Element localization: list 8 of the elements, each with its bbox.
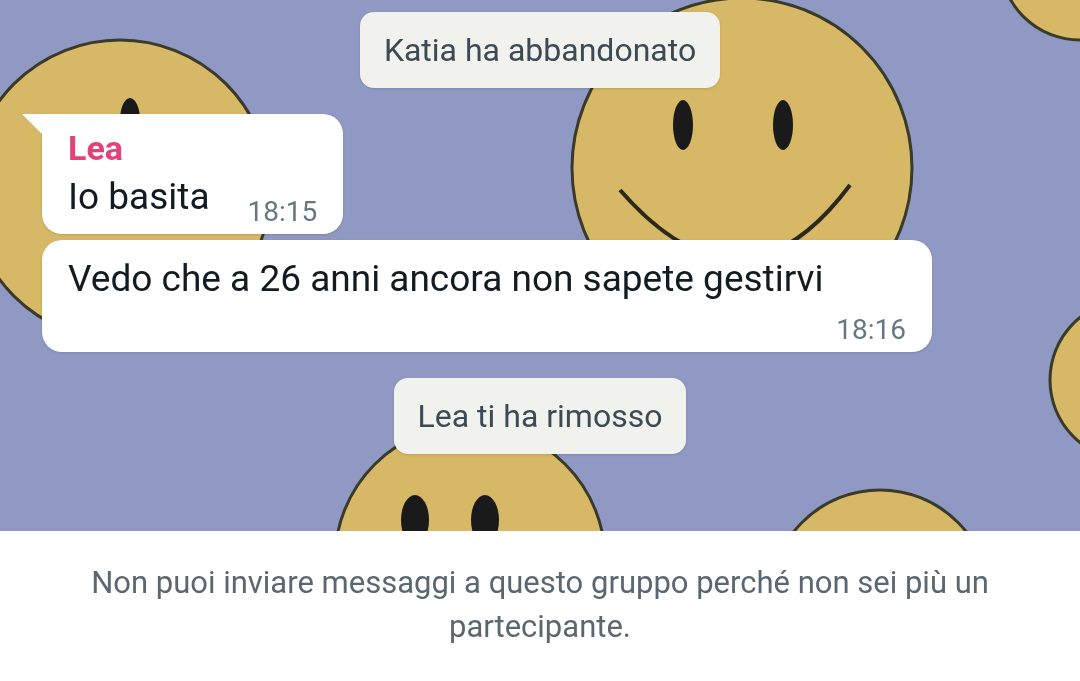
cannot-send-notice: Non puoi inviare messaggi a questo gruppo perché non sei più un partecipante. xyxy=(90,563,990,647)
message-time: 18:16 xyxy=(836,312,906,348)
system-message: Katia ha abbandonato xyxy=(359,12,721,88)
sender-name: Lea xyxy=(68,127,124,170)
message-time: 18:15 xyxy=(247,194,318,230)
message-text: Io basita xyxy=(68,174,210,220)
message-text: Vedo che a 26 anni ancora non sapete gestirvi xyxy=(68,256,824,302)
system-message: Lea ti ha rimosso xyxy=(393,378,687,454)
